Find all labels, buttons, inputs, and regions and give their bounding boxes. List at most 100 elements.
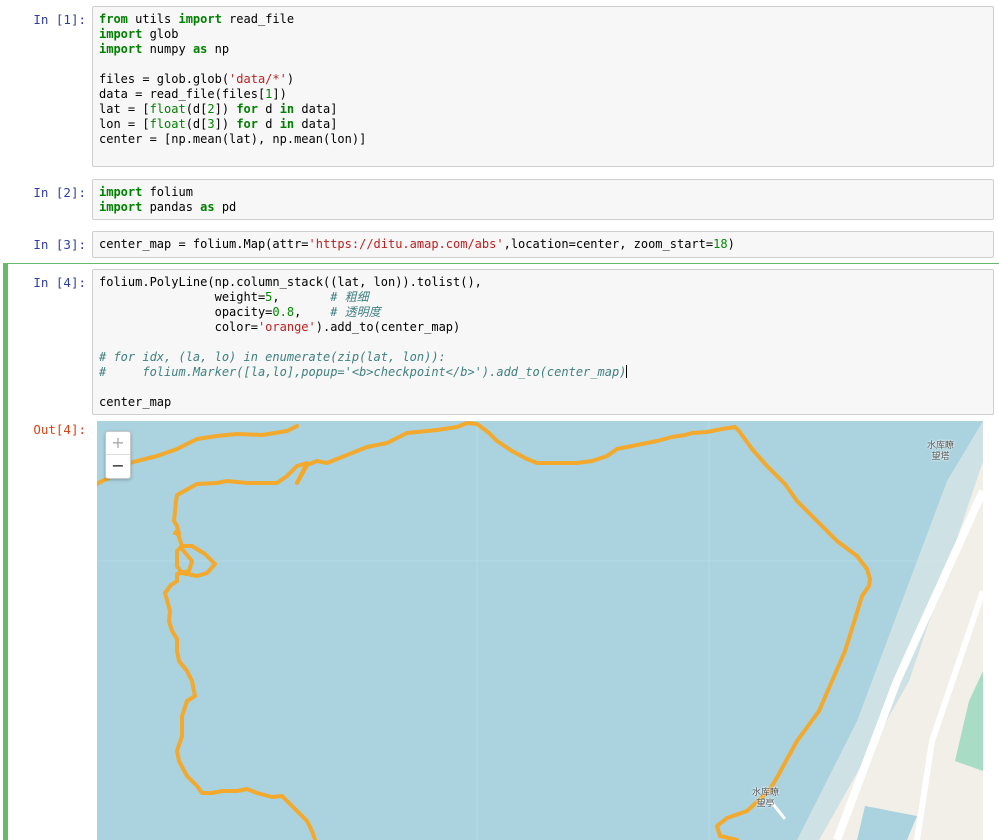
code-token: d	[258, 102, 280, 116]
route-polyline	[295, 421, 872, 840]
code-token: as	[192, 42, 208, 56]
code-token: as	[200, 200, 215, 214]
zoom-out-button[interactable]: −	[106, 455, 130, 477]
code-token: weight=	[99, 290, 266, 304]
selected-cell-top-border	[3, 263, 999, 264]
code-editor[interactable]: from utils import read_file import glob im…	[92, 6, 994, 167]
code-editor[interactable]: folium.PolyLine(np.column_stack((lat, lo…	[92, 269, 994, 415]
code-token: )	[286, 72, 295, 86]
code-line: # for idx, (la, lo) in enumerate(zip(lat…	[99, 350, 627, 365]
code-token: 18	[713, 237, 728, 251]
code-token: import	[178, 12, 222, 26]
code-token: # 粗细	[330, 290, 369, 304]
route-polyline	[163, 479, 317, 840]
code-line: lon = [float(d[3]) for d in data]	[99, 117, 366, 132]
input-prompt: In [1]:	[33, 12, 86, 27]
code-token: data]	[294, 102, 338, 116]
code-token: import	[99, 27, 143, 41]
map-label-pavilion: 水库瞭 望亭	[752, 788, 780, 809]
code-line: import pandas as pd	[99, 200, 236, 215]
code-token: read_file	[221, 12, 295, 26]
code-token: center_map = folium.Map(attr=	[99, 237, 309, 251]
code-token: 0.8	[272, 305, 295, 319]
input-prompt: In [2]:	[33, 185, 86, 200]
code-token: ])	[272, 87, 287, 101]
code-token: 3	[207, 117, 215, 131]
code-token: pandas	[142, 200, 201, 214]
code-token: ,location=center, zoom_start=	[503, 237, 714, 251]
code-token: lat = [	[99, 102, 150, 116]
code-token: ).add_to(center_map)	[315, 320, 461, 334]
code-token: 'data/*'	[229, 72, 287, 86]
code-line: folium.PolyLine(np.column_stack((lat, lo…	[99, 275, 627, 290]
output-prompt: Out[4]:	[33, 422, 86, 437]
code-token: ,	[294, 305, 331, 319]
code-token: in	[279, 117, 295, 131]
code-editor[interactable]: import folium import pandas as pd	[92, 179, 994, 220]
code-token: center_map	[99, 395, 172, 409]
code-content: folium.PolyLine(np.column_stack((lat, lo…	[99, 275, 628, 410]
map-label-tower: 水库瞭 望塔	[927, 441, 955, 462]
code-token: color=	[99, 320, 258, 334]
code-line: import glob	[99, 27, 366, 42]
code-token: # for idx, (la, lo) in enumerate(zip(lat…	[99, 350, 446, 364]
code-token: (d[	[185, 102, 208, 116]
code-token: for	[236, 102, 258, 116]
code-token: folium.PolyLine(np.column_stack((lat, lo…	[99, 275, 482, 289]
code-line: center_map	[99, 395, 627, 410]
code-line: import folium	[99, 185, 236, 200]
code-line: opacity=0.8, # 透明度	[99, 305, 627, 320]
code-content: import folium import pandas as pd	[99, 185, 236, 215]
code-line: # folium.Marker([la,lo],popup='<b>checkp…	[99, 365, 628, 380]
code-token: from	[99, 12, 128, 26]
code-token: files = glob.glob(	[99, 72, 230, 86]
code-token: 'orange'	[257, 320, 316, 334]
zoom-in-button[interactable]: +	[106, 432, 130, 455]
text-cursor	[626, 365, 628, 378]
code-token: center = [np.mean(lat), np.mean(lon)]	[99, 132, 367, 146]
code-token: )	[727, 237, 735, 251]
code-token: lon = [	[99, 117, 150, 131]
code-line: data = read_file(files[1])	[99, 87, 366, 102]
code-line: import numpy as np	[99, 42, 366, 57]
code-token: data]	[294, 117, 338, 131]
code-token: d	[258, 117, 280, 131]
code-token: import	[99, 200, 143, 214]
input-prompt: In [4]:	[33, 275, 86, 290]
code-token: 'https://ditu.amap.com/abs'	[308, 237, 504, 251]
code-token: numpy	[142, 42, 193, 56]
code-token: in	[279, 102, 295, 116]
code-token: np	[207, 42, 230, 56]
code-token: data = read_file(files[	[99, 87, 266, 101]
code-token: folium	[142, 185, 193, 199]
code-token: # 透明度	[330, 305, 381, 319]
code-content: center_map = folium.Map(attr='https://di…	[99, 237, 735, 252]
code-token: opacity=	[99, 305, 273, 319]
code-line: center = [np.mean(lat), np.mean(lon)]	[99, 132, 366, 147]
route-polyline	[226, 461, 309, 485]
code-editor[interactable]: center_map = folium.Map(attr='https://di…	[92, 231, 994, 258]
folium-map[interactable]: + − 水库瞭 望塔 水库瞭 望亭	[97, 421, 983, 840]
code-line: color='orange').add_to(center_map)	[99, 320, 627, 335]
code-content: from utils import read_file import glob im…	[99, 12, 366, 162]
map-tiles	[97, 421, 983, 840]
code-line: center_map = folium.Map(attr='https://di…	[99, 237, 735, 252]
zoom-control: + −	[105, 431, 131, 479]
code-token: float	[149, 117, 186, 131]
code-token: 2	[207, 102, 215, 116]
code-line: from utils import read_file	[99, 12, 366, 27]
code-token: utils	[127, 12, 179, 26]
selected-cell-indicator	[3, 264, 8, 840]
code-line: lat = [float(d[2]) for d in data]	[99, 102, 366, 117]
code-token: float	[149, 102, 186, 116]
code-line: files = glob.glob('data/*')	[99, 72, 366, 87]
code-token: glob	[142, 27, 179, 41]
code-token: ])	[214, 117, 237, 131]
code-token: (d[	[185, 117, 208, 131]
code-token: ,	[272, 290, 331, 304]
code-token: import	[99, 42, 143, 56]
code-token: pd	[214, 200, 237, 214]
